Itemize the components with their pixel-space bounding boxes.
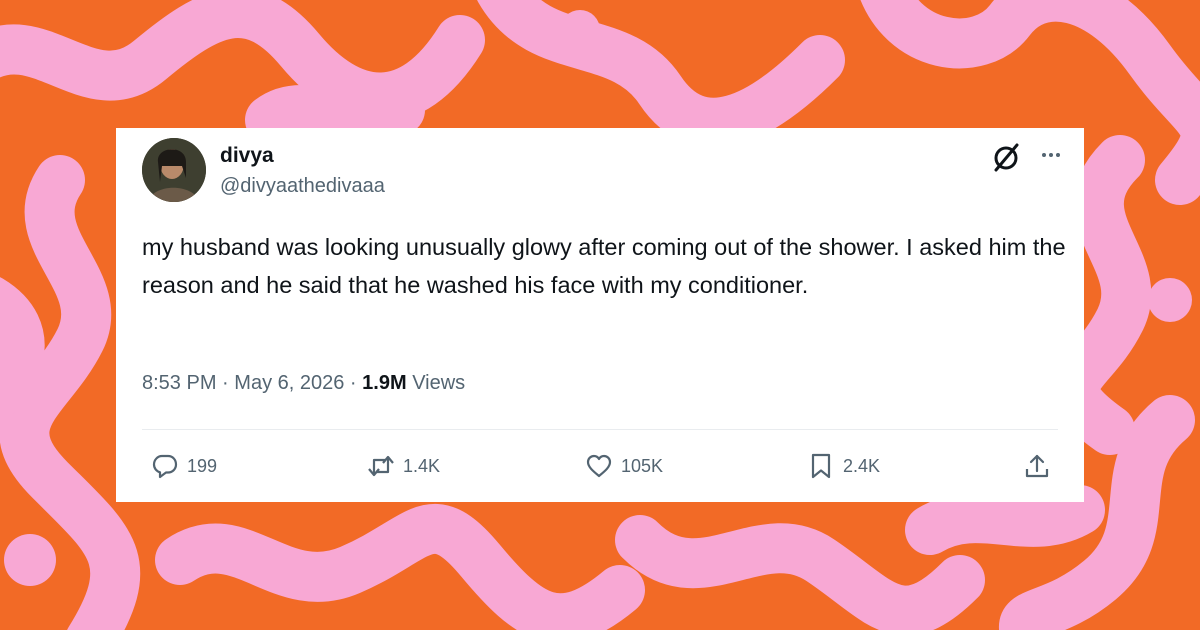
avatar[interactable] [142,138,206,202]
x-logo-icon[interactable] [990,140,1024,174]
tweet-meta: 8:53 PM · May 6, 2026 · 1.9M Views [142,372,465,395]
share-button[interactable] [1022,451,1059,481]
bookmark-icon [811,453,831,479]
reply-icon [152,454,178,479]
repost-count: 1.4K [403,455,441,476]
views-label: Views [412,372,466,394]
repost-icon [368,455,394,477]
like-count: 105K [621,455,664,476]
repost-button[interactable]: 1.4K [366,451,440,481]
reply-count: 199 [187,455,218,476]
like-icon [586,454,612,478]
more-dots-icon[interactable] [1036,140,1066,170]
user-handle[interactable]: @divyaathedivaaa [220,175,385,198]
divider [142,429,1058,430]
bookmark-count: 2.4K [843,455,881,476]
views-count: 1.9M [362,372,407,394]
tweet-date[interactable]: May 6, 2026 [234,372,344,394]
tweet-text: my husband was looking unusually glowy a… [142,234,1066,298]
tweet-card: divya @divyaathedivaaa my husband was lo… [116,128,1084,502]
reply-button[interactable]: 199 [150,451,217,481]
like-button[interactable]: 105K [584,451,663,481]
tweet-time[interactable]: 8:53 PM [142,372,216,394]
share-icon [1025,454,1049,478]
bookmark-button[interactable]: 2.4K [806,451,880,481]
meta-separator: · [222,372,229,394]
display-name[interactable]: divya [220,144,274,168]
meta-separator: · [349,372,357,394]
avatar-image [142,138,206,202]
